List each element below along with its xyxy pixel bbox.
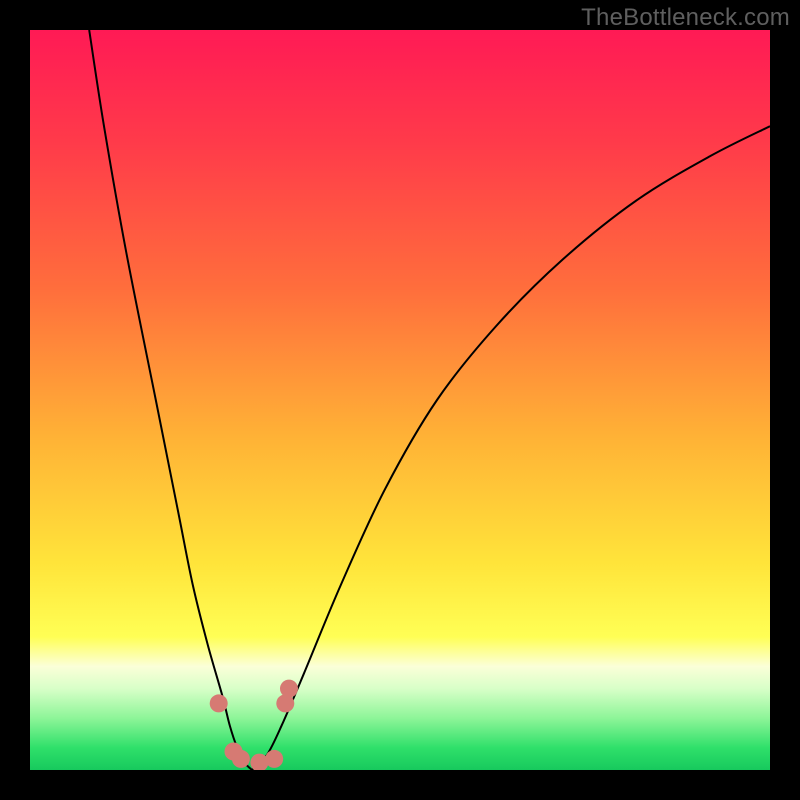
left-branch-curve: [89, 30, 252, 770]
marker-group: [210, 680, 298, 770]
right-branch-curve: [252, 126, 770, 770]
data-marker: [210, 694, 228, 712]
data-marker: [280, 680, 298, 698]
chart-frame: TheBottleneck.com: [0, 0, 800, 800]
data-marker: [265, 750, 283, 768]
curve-layer: [30, 30, 770, 770]
watermark-text: TheBottleneck.com: [581, 4, 790, 32]
data-marker: [232, 750, 250, 768]
plot-area: [30, 30, 770, 770]
